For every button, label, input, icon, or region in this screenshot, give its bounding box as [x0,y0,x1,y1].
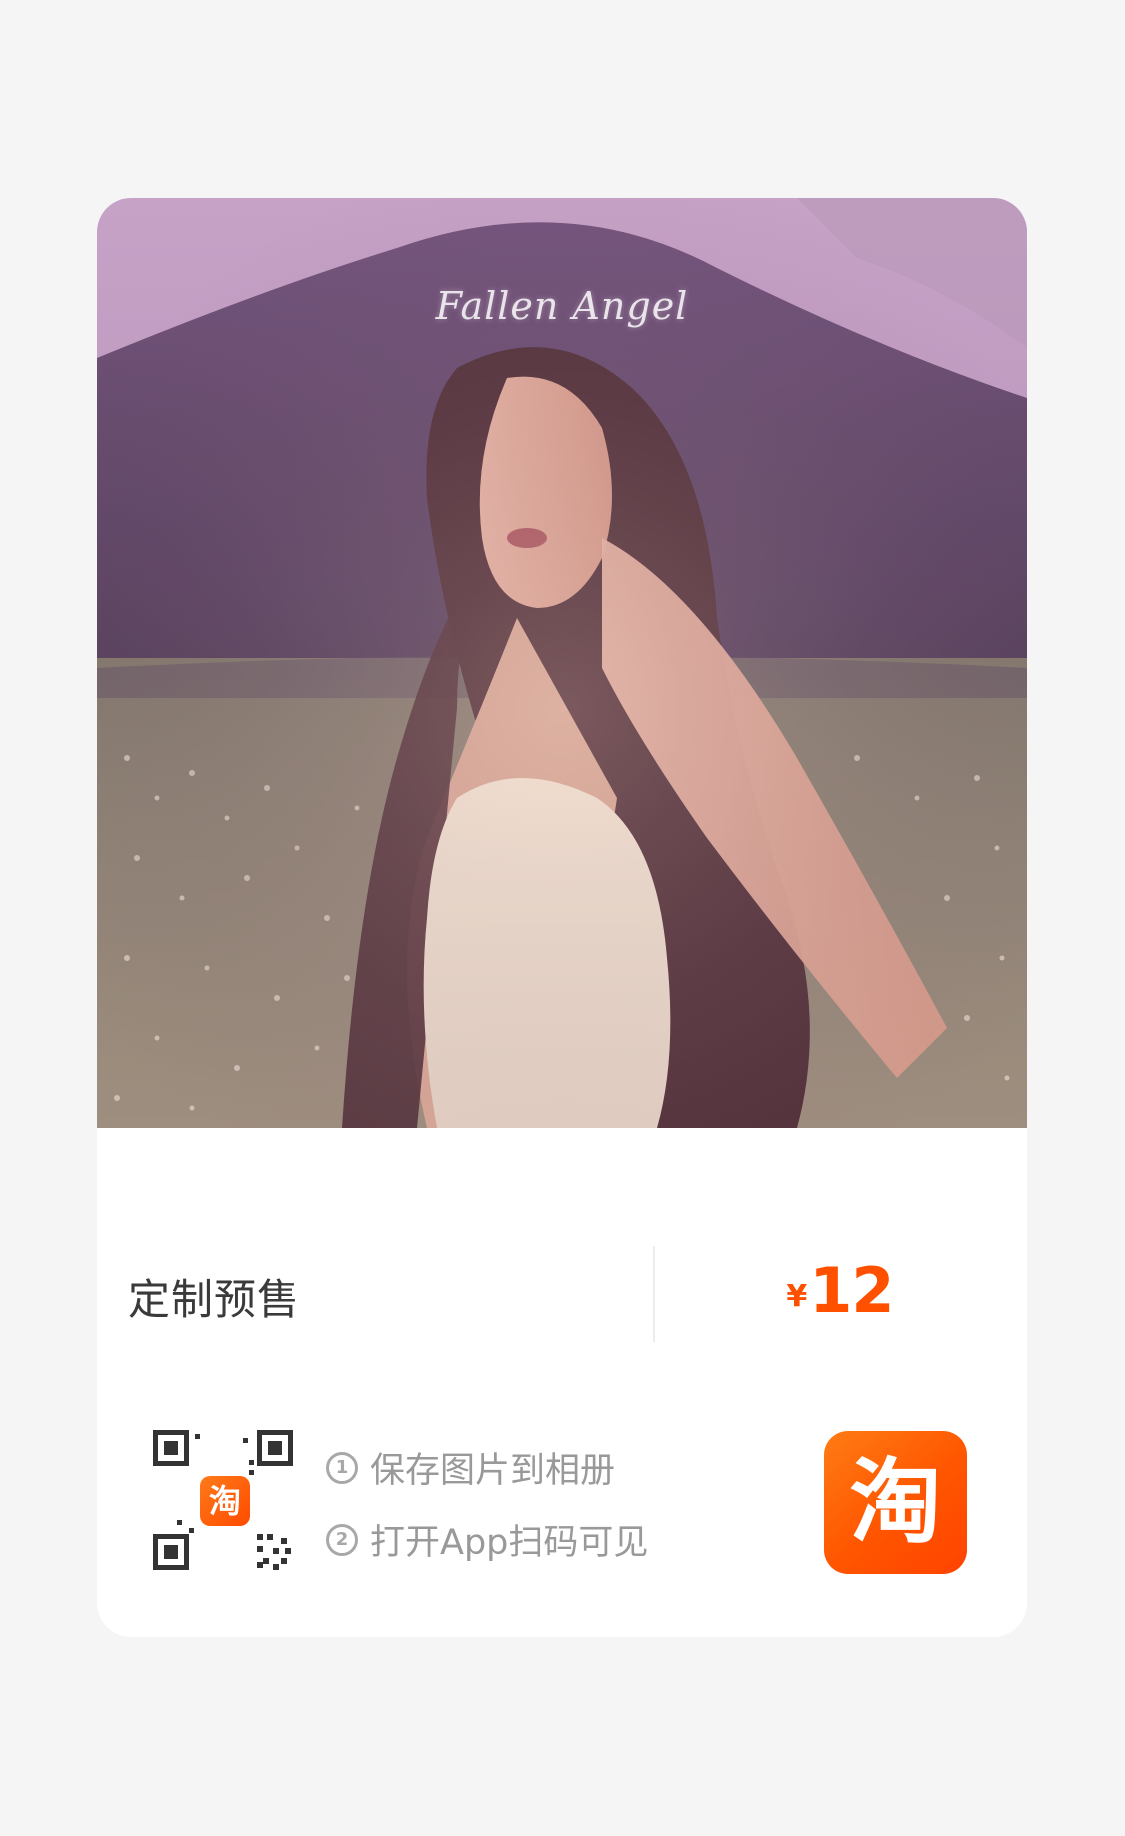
product-label: 定制预售 [128,1275,301,1324]
price-currency: ¥ [786,1279,808,1314]
product-photo: Fallen Angel [97,198,1027,1128]
taobao-app-icon: 淘 [824,1431,967,1574]
step-open-app: 2 打开App扫码可见 [326,1514,648,1565]
price: ¥12 [653,1254,1027,1327]
step-save-image: 1 保存图片到相册 [326,1442,615,1493]
step-2-text: 打开App扫码可见 [370,1523,649,1563]
photo-title: Fallen Angel [435,284,689,328]
product-info-row: 定制预售 ¥12 [97,1246,1027,1342]
qr-taobao-logo: 淘 [200,1476,250,1526]
price-amount: 12 [809,1254,894,1327]
step-2-number: 2 [326,1523,358,1556]
product-share-card: Fallen Angel 定制预售 ¥12 淘 1 保存图片到相册 2 打开Ap… [97,198,1027,1637]
product-photo-illustration [97,198,1027,1128]
step-1-number: 1 [326,1451,358,1484]
step-1-text: 保存图片到相册 [370,1451,616,1491]
